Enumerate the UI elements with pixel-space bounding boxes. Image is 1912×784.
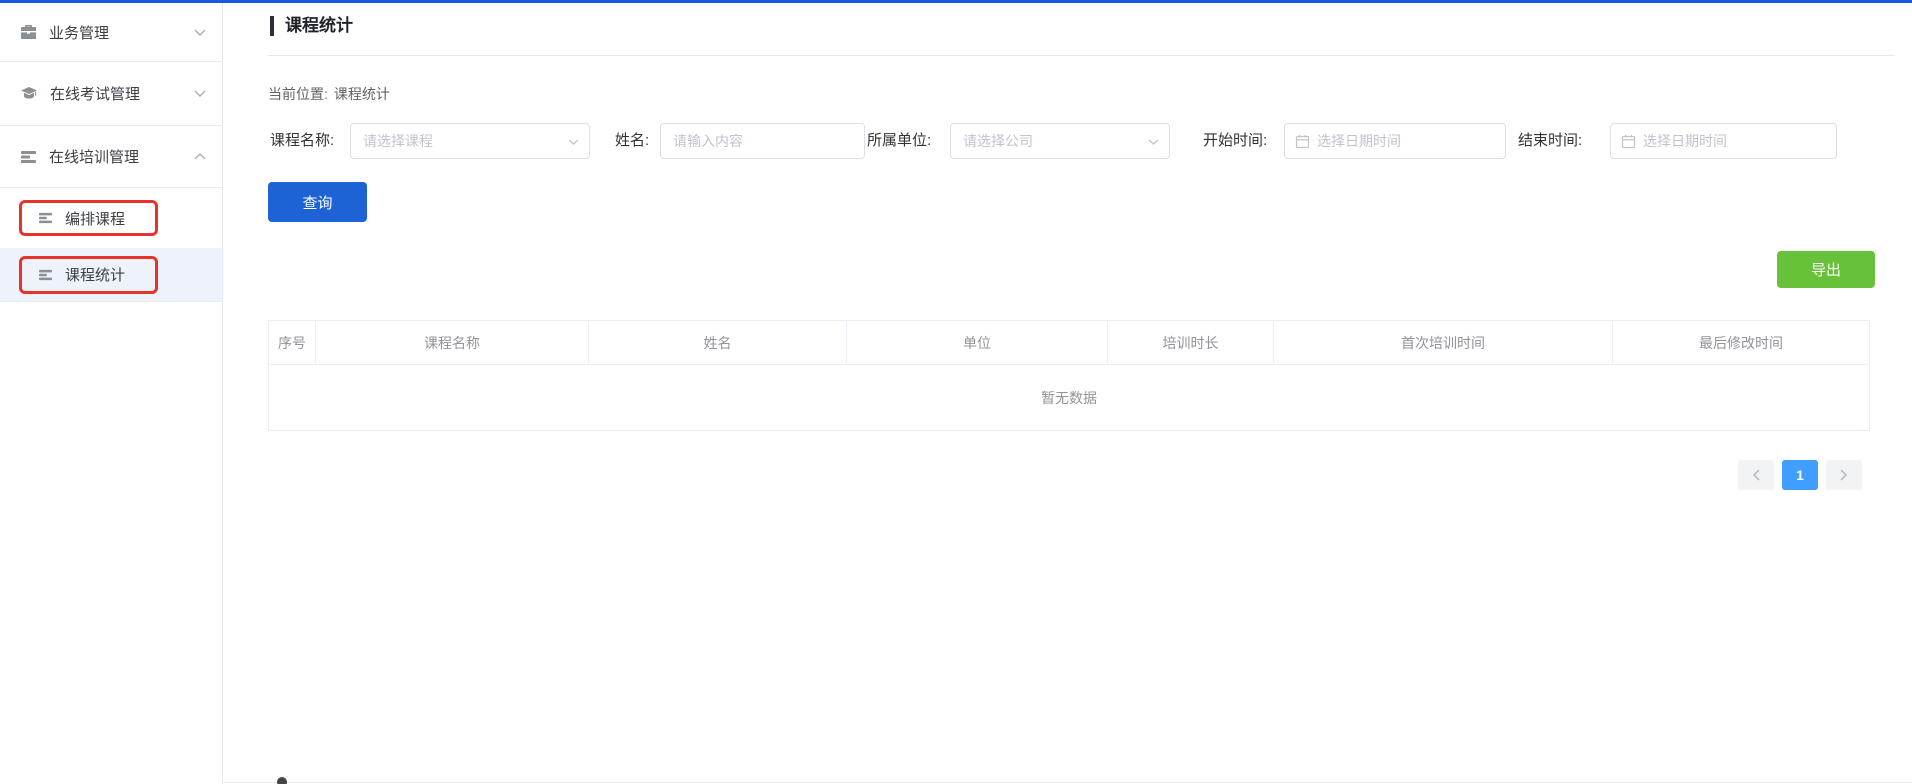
sidebar-subitem-arrange-courses[interactable]: 编排课程 (0, 188, 222, 248)
sidebar-item-online-training-management[interactable]: 在线培训管理 (0, 126, 222, 188)
breadcrumb: 当前位置: 课程统计 (268, 84, 396, 104)
course-select-input[interactable] (363, 124, 561, 158)
course-select[interactable] (350, 123, 590, 159)
chevron-down-icon (1148, 139, 1159, 145)
page-title: 课程统计 (285, 14, 353, 38)
pagination-page-1[interactable]: 1 (1782, 460, 1818, 490)
name-label: 姓名: (615, 123, 649, 159)
sidebar: 业务管理 在线考试管理 在线培训管理 编排课程 课程统计 (0, 3, 223, 784)
column-header-index: 序号 (269, 321, 316, 364)
start-time-picker[interactable] (1284, 123, 1506, 159)
statistics-table: 序号 课程名称 姓名 单位 培训时长 首次培训时间 最后修改时间 暂无数据 (268, 320, 1870, 431)
column-header-name: 姓名 (589, 321, 847, 364)
chevron-left-icon (1752, 469, 1760, 481)
sidebar-item-business-management[interactable]: 业务管理 (0, 3, 222, 62)
top-accent-bar (0, 0, 1912, 3)
list-bars-icon (20, 150, 37, 164)
bottom-cutoff-dot (277, 777, 287, 784)
list-bars-icon (38, 269, 53, 281)
name-input[interactable] (673, 124, 836, 158)
page-title-accent-bar (270, 16, 274, 36)
table-empty-state: 暂无数据 (268, 365, 1870, 431)
chevron-down-icon (194, 29, 206, 36)
graduation-cap-icon (20, 86, 38, 101)
pagination-prev-button[interactable] (1738, 460, 1774, 490)
column-header-training-duration: 培训时长 (1108, 321, 1274, 364)
unit-select-input[interactable] (963, 124, 1141, 158)
table-header-row: 序号 课程名称 姓名 单位 培训时长 首次培训时间 最后修改时间 (268, 320, 1870, 365)
start-time-input[interactable] (1317, 124, 1495, 158)
chevron-up-icon (194, 153, 206, 160)
chevron-down-icon (194, 90, 206, 97)
chevron-down-icon (568, 139, 579, 145)
breadcrumb-current: 课程统计 (334, 86, 390, 102)
sidebar-item-label: 业务管理 (49, 22, 109, 43)
sidebar-item-label: 在线培训管理 (49, 146, 139, 167)
list-bars-icon (38, 212, 53, 224)
pagination-next-button[interactable] (1826, 460, 1862, 490)
query-button[interactable]: 查询 (268, 182, 367, 222)
sidebar-subitem-label: 编排课程 (65, 208, 125, 229)
bottom-cutoff-divider (223, 782, 1912, 783)
sidebar-subitem-label: 课程统计 (65, 264, 125, 285)
calendar-icon (1621, 134, 1636, 149)
column-header-course-name: 课程名称 (316, 321, 589, 364)
course-name-label: 课程名称: (270, 123, 334, 159)
end-time-label: 结束时间: (1518, 123, 1582, 159)
column-header-last-modified-time: 最后修改时间 (1613, 321, 1869, 364)
unit-select[interactable] (950, 123, 1170, 159)
sidebar-item-online-exam-management[interactable]: 在线考试管理 (0, 62, 222, 126)
name-field[interactable] (660, 123, 865, 159)
title-divider (268, 55, 1895, 56)
unit-label: 所属单位: (867, 123, 931, 159)
chevron-right-icon (1840, 469, 1848, 481)
sidebar-item-label: 在线考试管理 (50, 83, 140, 104)
pagination: 1 (1738, 460, 1862, 490)
end-time-picker[interactable] (1610, 123, 1837, 159)
column-header-unit: 单位 (847, 321, 1108, 364)
breadcrumb-prefix: 当前位置: (268, 86, 328, 102)
end-time-input[interactable] (1643, 124, 1826, 158)
sidebar-subitem-course-statistics[interactable]: 课程统计 (0, 248, 222, 302)
column-header-first-training-time: 首次培训时间 (1274, 321, 1613, 364)
calendar-icon (1295, 134, 1310, 149)
briefcase-icon (20, 24, 37, 40)
export-button[interactable]: 导出 (1777, 251, 1875, 288)
start-time-label: 开始时间: (1203, 123, 1267, 159)
